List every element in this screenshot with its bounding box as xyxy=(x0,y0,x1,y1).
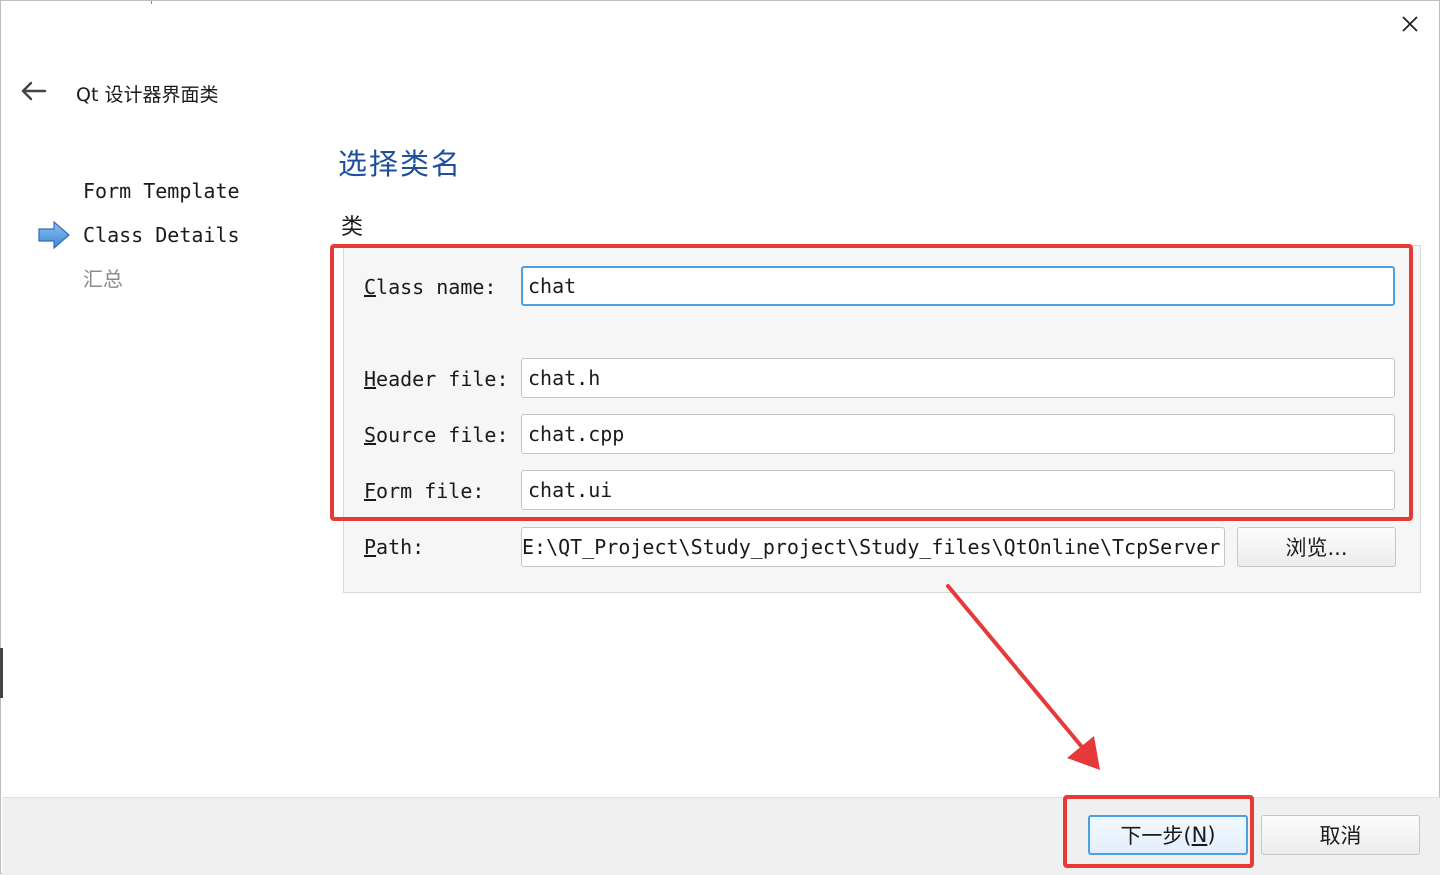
form-file-input[interactable] xyxy=(521,470,1395,510)
cancel-button-label: 取消 xyxy=(1319,824,1362,848)
next-button[interactable]: 下一步(N) xyxy=(1088,815,1248,855)
group-title: 类 xyxy=(341,215,364,240)
browse-button-label: 浏览... xyxy=(1285,536,1348,560)
class-name-input[interactable] xyxy=(521,266,1395,306)
mnemonic-letter: F xyxy=(364,479,377,503)
source-file-input[interactable] xyxy=(521,414,1395,454)
back-button[interactable] xyxy=(15,75,51,107)
mnemonic-letter: C xyxy=(364,275,377,299)
wizard-title: Qt 设计器界面类 xyxy=(76,84,219,106)
label-text: ath: xyxy=(376,535,425,559)
class-name-label: Class name: xyxy=(364,275,496,299)
step-label: 汇总 xyxy=(83,267,123,291)
label-text: lass name: xyxy=(376,275,497,299)
path-input[interactable] xyxy=(521,527,1225,567)
source-file-label: Source file: xyxy=(364,423,509,447)
mnemonic-letter: S xyxy=(364,423,377,447)
page-title: 选择类名 xyxy=(338,147,463,181)
header-file-label: Header file: xyxy=(364,367,509,391)
back-arrow-icon xyxy=(21,81,47,101)
window-edge-mark xyxy=(151,1,152,4)
step-summary: 汇总 xyxy=(37,261,240,305)
form-file-label: Form file: xyxy=(364,479,484,503)
browse-button[interactable]: 浏览... xyxy=(1237,527,1396,567)
step-form-template: Form Template xyxy=(37,173,240,217)
close-icon xyxy=(1402,16,1418,32)
close-button[interactable] xyxy=(1395,9,1425,39)
path-label: Path: xyxy=(364,535,424,559)
mnemonic-letter: P xyxy=(364,535,377,559)
wizard-window: Qt 设计器界面类 Form Template Class Details 汇总… xyxy=(0,0,1440,875)
label-text: ource file: xyxy=(376,423,509,447)
label-text: orm file: xyxy=(376,479,485,503)
next-button-mnemonic: N xyxy=(1191,823,1208,847)
next-button-prefix: 下一步( xyxy=(1120,824,1192,848)
header-file-input[interactable] xyxy=(521,358,1395,398)
step-class-details: Class Details xyxy=(37,217,240,261)
cancel-button[interactable]: 取消 xyxy=(1261,815,1420,855)
label-text: eader file: xyxy=(376,367,509,391)
step-label: Form Template xyxy=(83,179,240,203)
step-arrow-icon xyxy=(38,220,70,250)
wizard-steps: Form Template Class Details 汇总 xyxy=(37,173,240,305)
mnemonic-letter: H xyxy=(364,367,377,391)
background-window-edge xyxy=(0,648,3,698)
step-label: Class Details xyxy=(83,223,240,247)
next-button-suffix: ) xyxy=(1207,823,1216,847)
